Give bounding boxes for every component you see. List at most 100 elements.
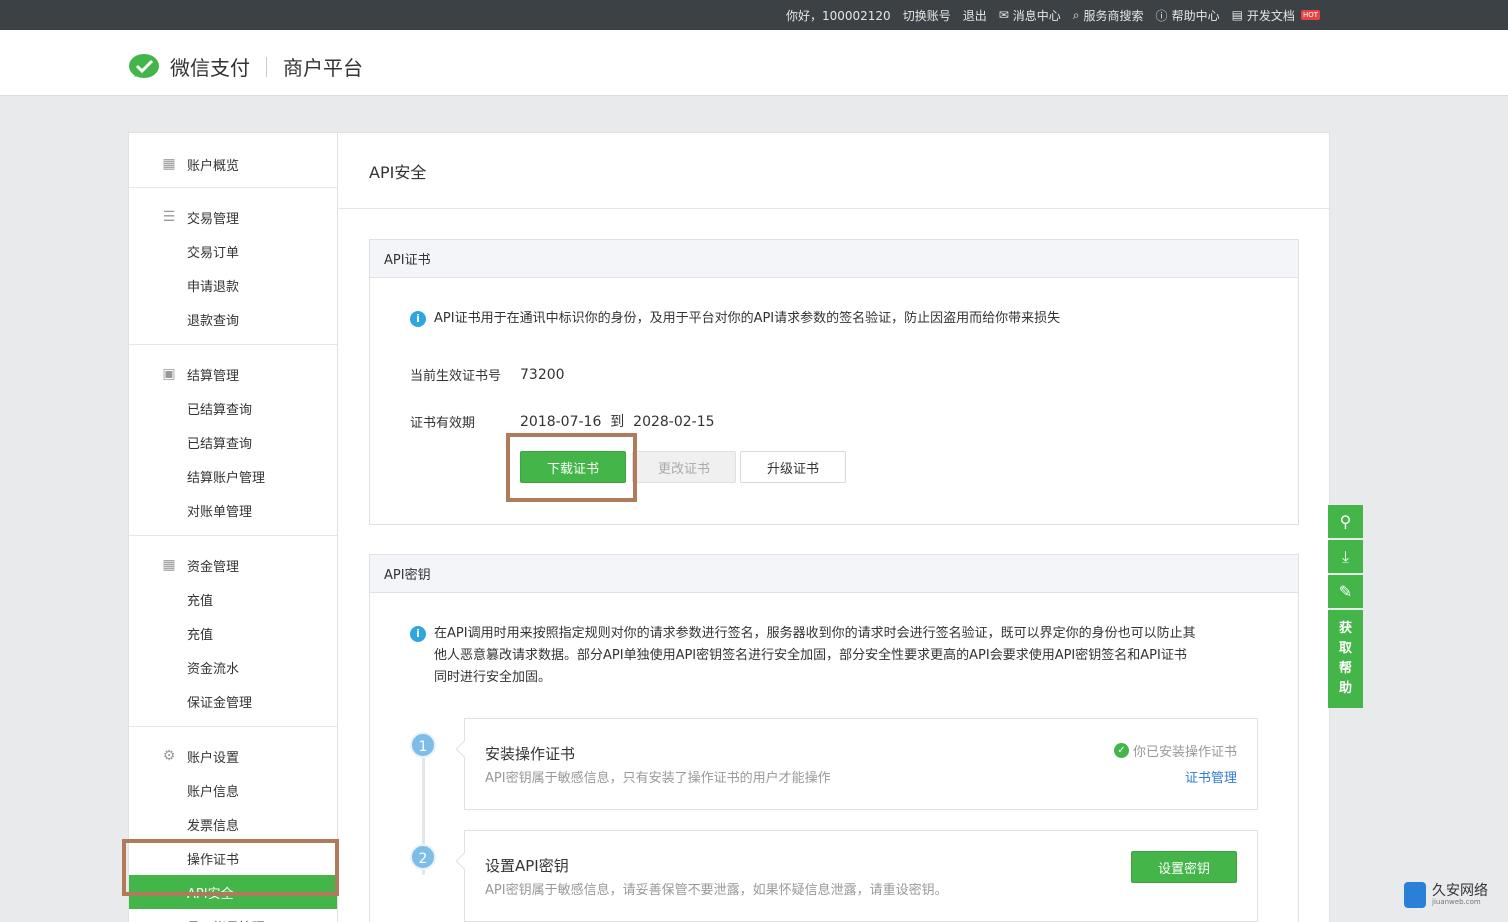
- link-button[interactable]: ⚲: [1328, 505, 1363, 538]
- watermark-logo-icon: [1404, 882, 1426, 908]
- cert-validity-value: 2018-07-16 到 2028-02-15: [520, 414, 715, 430]
- logo[interactable]: 微信支付 商户平台: [128, 52, 363, 81]
- sidebar-group-settle: ▣ 结算管理 已结算查询 已结算查询 结算账户管理 对账单管理: [129, 345, 337, 536]
- provider-search-label: 服务商搜索: [1083, 8, 1144, 23]
- step-number-1: 1: [410, 732, 436, 758]
- step-desc: API密钥属于敏感信息，请妥善保管不要泄露，如果怀疑信息泄露，请重设密钥。: [485, 883, 948, 898]
- message-center-link[interactable]: ✉ 消息中心: [999, 7, 1061, 24]
- help-center-label: 帮助中心: [1171, 8, 1220, 23]
- sidebar-group-overview: ▦ 账户概览: [129, 133, 337, 188]
- sidebar-item-refund-query[interactable]: 退款查询: [129, 302, 337, 336]
- top-bar: 你好，100002120 切换账号 退出 ✉ 消息中心 ⌕ 服务商搜索 ⓘ 帮助…: [0, 0, 1508, 30]
- sidebar-item-fund-flow[interactable]: 资金流水: [129, 650, 337, 684]
- check-circle-icon: ✓: [1113, 743, 1129, 758]
- sidebar-item-statement[interactable]: 对账单管理: [129, 493, 337, 527]
- step-title: 设置API密钥: [485, 857, 569, 875]
- sidebar-item-settled-query-2[interactable]: 已结算查询: [129, 425, 337, 459]
- logout-link[interactable]: 退出: [963, 7, 987, 24]
- sidebar-title-label: 账户设置: [187, 750, 240, 766]
- hot-badge: HOT: [1300, 10, 1320, 20]
- highlight-api-security: [122, 839, 339, 896]
- step-set-key: 设置API密钥 API密钥属于敏感信息，请妥善保管不要泄露，如果怀疑信息泄露，请…: [455, 830, 1258, 922]
- gear-icon: ⚙: [162, 748, 176, 764]
- download-button[interactable]: ⤓: [1328, 540, 1363, 573]
- get-help-button[interactable]: 获 取 帮 助: [1328, 610, 1363, 708]
- info-icon: i: [410, 626, 426, 642]
- watermark: 久安网络 jiuanweb.com: [1404, 882, 1488, 908]
- search-icon: ⌕: [1072, 7, 1080, 22]
- edit-button[interactable]: ✎: [1328, 575, 1363, 608]
- link-icon: ⚲: [1339, 512, 1352, 531]
- page-title: API安全: [339, 133, 1329, 209]
- sidebar-item-account-info[interactable]: 账户信息: [129, 773, 337, 807]
- help-char: 帮: [1338, 661, 1352, 676]
- sidebar-item-invoice[interactable]: 发票信息: [129, 807, 337, 841]
- brand-name: 微信支付: [170, 56, 250, 80]
- platform-name: 商户平台: [283, 56, 363, 80]
- switch-account-link[interactable]: 切换账号: [903, 7, 951, 24]
- message-center-label: 消息中心: [1012, 8, 1061, 23]
- list-icon: ☰: [162, 209, 176, 225]
- info-icon: i: [410, 311, 426, 327]
- sidebar-item-refund-apply[interactable]: 申请退款: [129, 268, 337, 302]
- dev-docs-link[interactable]: ▤ 开发文档 HOT: [1232, 7, 1320, 24]
- top-bar-items: 你好，100002120 切换账号 退出 ✉ 消息中心 ⌕ 服务商搜索 ⓘ 帮助…: [786, 0, 1320, 30]
- cert-serial-row: 当前生效证书号 73200: [410, 365, 565, 385]
- dev-docs-label: 开发文档: [1246, 8, 1295, 23]
- provider-search-link[interactable]: ⌕ 服务商搜索: [1073, 7, 1144, 24]
- sidebar-title-funds[interactable]: ▦ 资金管理: [129, 548, 337, 582]
- cert-manage-link[interactable]: 证书管理: [1185, 767, 1237, 786]
- sidebar-group-funds: ▦ 资金管理 充值 充值 资金流水 保证金管理: [129, 536, 337, 727]
- api-key-info-line-1: 在API调用时用来按照指定规则对你的请求参数进行签名，服务器收到你的请求时会进行…: [434, 626, 1196, 641]
- cert-validity-row: 证书有效期 2018-07-16 到 2028-02-15: [410, 411, 715, 431]
- sidebar-title-label: 资金管理: [187, 559, 240, 575]
- step-desc: API密钥属于敏感信息，只有安装了操作证书的用户才能操作: [485, 771, 831, 786]
- question-icon: ⓘ: [1155, 8, 1168, 23]
- help-char: 取: [1338, 641, 1352, 656]
- api-key-info: i 在API调用时用来按照指定规则对你的请求参数进行签名，服务器收到你的请求时会…: [410, 623, 1270, 689]
- logo-divider: [266, 56, 267, 77]
- sidebar-item-deposit[interactable]: 保证金管理: [129, 684, 337, 718]
- header: 微信支付 商户平台: [0, 30, 1508, 96]
- step-card-pointer: [455, 740, 473, 758]
- set-key-button[interactable]: 设置密钥: [1131, 851, 1237, 883]
- sidebar-item-recharge-1[interactable]: 充值: [129, 582, 337, 616]
- wechat-pay-logo-icon: [129, 53, 159, 78]
- api-key-info-line-3: 同时进行安全加固。: [434, 670, 552, 685]
- change-cert-button[interactable]: 更改证书: [632, 451, 736, 483]
- sidebar-title-account[interactable]: ⚙ 账户设置: [129, 739, 337, 773]
- download-icon: ⤓: [1341, 546, 1350, 566]
- sidebar-item-settle-account[interactable]: 结算账户管理: [129, 459, 337, 493]
- cert-installed-status: ✓ 你已安装操作证书: [1113, 741, 1237, 760]
- sidebar-item-settled-query-1[interactable]: 已结算查询: [129, 391, 337, 425]
- sidebar-title-settle[interactable]: ▣ 结算管理: [129, 357, 337, 391]
- floating-toolbar: ⚲ ⤓ ✎ 获 取 帮 助: [1328, 505, 1363, 708]
- main-content: API安全 API证书 i API证书用于在通讯中标识你的身份，及用于平台对你的…: [339, 133, 1329, 922]
- sidebar-item-staff-accounts[interactable]: 员工帐号管理: [129, 909, 337, 922]
- sidebar-title-label: 交易管理: [187, 211, 240, 227]
- watermark-text: 久安网络 jiuanweb.com: [1432, 884, 1488, 906]
- sidebar-item-trade-orders[interactable]: 交易订单: [129, 234, 337, 268]
- help-char: 助: [1338, 681, 1352, 696]
- content-panel: ▦ 账户概览 ☰ 交易管理 交易订单 申请退款 退款查询 ▣ 结算管理 已结算查…: [128, 132, 1330, 922]
- sidebar-title-trade[interactable]: ☰ 交易管理: [129, 200, 337, 234]
- sidebar-group-trade: ☰ 交易管理 交易订单 申请退款 退款查询: [129, 188, 337, 345]
- api-cert-header: API证书: [370, 240, 1298, 278]
- sidebar-item-overview[interactable]: ▦ 账户概览: [129, 147, 337, 181]
- greeting-text: 你好，100002120: [785, 8, 891, 23]
- help-center-link[interactable]: ⓘ 帮助中心: [1156, 7, 1220, 24]
- upgrade-cert-button[interactable]: 升级证书: [740, 451, 846, 483]
- sidebar-title-label: 结算管理: [187, 368, 240, 384]
- api-key-info-line-2: 他人恶意篡改请求数据。部分API单独使用API密钥签名进行安全加固，部分安全性要…: [434, 648, 1187, 663]
- edit-icon: ✎: [1338, 582, 1353, 601]
- help-char: 获: [1338, 621, 1352, 636]
- grid-icon: ▦: [162, 557, 176, 573]
- calculator-icon: ▣: [162, 366, 176, 382]
- api-key-header: API密钥: [370, 555, 1298, 593]
- sidebar-item-recharge-2[interactable]: 充值: [129, 616, 337, 650]
- cert-installed-text: 你已安装操作证书: [1132, 745, 1237, 760]
- step-card-pointer: [455, 852, 473, 870]
- step-install-cert: 安装操作证书 API密钥属于敏感信息，只有安装了操作证书的用户才能操作 ✓ 你已…: [455, 718, 1258, 810]
- step-number-2: 2: [410, 844, 436, 870]
- sidebar: ▦ 账户概览 ☰ 交易管理 交易订单 申请退款 退款查询 ▣ 结算管理 已结算查…: [129, 133, 338, 922]
